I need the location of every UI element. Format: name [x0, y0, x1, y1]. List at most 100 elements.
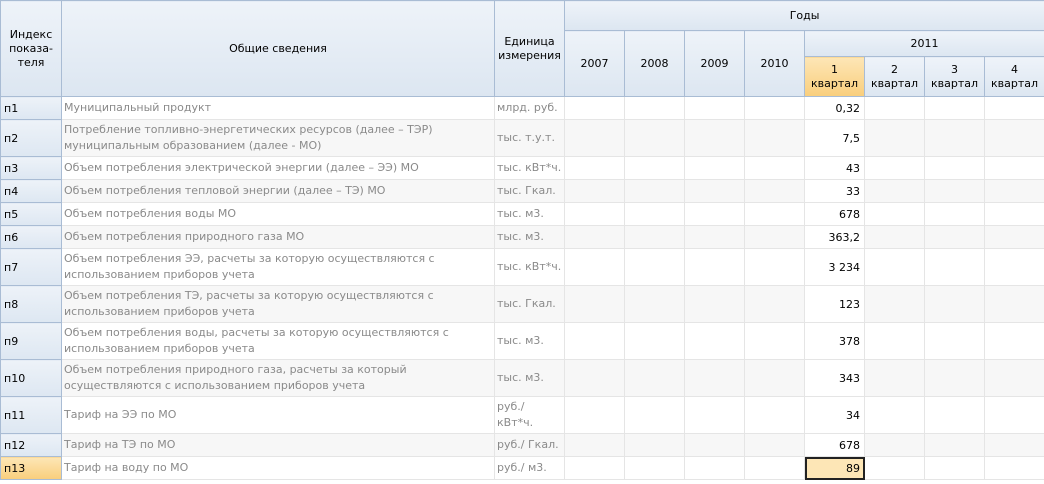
year-value-cell[interactable] — [564, 225, 625, 249]
quarter-value-cell[interactable] — [984, 202, 1044, 226]
year-value-cell[interactable] — [564, 248, 625, 286]
year-value-cell[interactable] — [564, 202, 625, 226]
q1-value-cell[interactable]: 89 — [804, 456, 865, 480]
year-value-cell[interactable] — [624, 359, 685, 397]
quarter-value-cell[interactable] — [924, 179, 985, 203]
year-header-2009[interactable]: 2009 — [684, 30, 745, 97]
year-value-cell[interactable] — [564, 322, 625, 360]
quarter-value-cell[interactable] — [864, 202, 925, 226]
quarter-value-cell[interactable] — [864, 433, 925, 457]
row-index-cell[interactable]: п9 — [0, 322, 62, 360]
year-value-cell[interactable] — [684, 156, 745, 180]
quarter-value-cell[interactable] — [864, 285, 925, 323]
year-value-cell[interactable] — [744, 322, 805, 360]
year-value-cell[interactable] — [624, 433, 685, 457]
year-value-cell[interactable] — [624, 322, 685, 360]
year-value-cell[interactable] — [624, 179, 685, 203]
year-header-2007[interactable]: 2007 — [564, 30, 625, 97]
row-index-cell[interactable]: п8 — [0, 285, 62, 323]
year-value-cell[interactable] — [684, 433, 745, 457]
quarter-value-cell[interactable] — [864, 225, 925, 249]
quarter-value-cell[interactable] — [864, 396, 925, 434]
q1-value-cell[interactable]: 33 — [804, 179, 865, 203]
quarter-value-cell[interactable] — [984, 179, 1044, 203]
year-header-2011[interactable]: 2011 — [803, 30, 1044, 57]
row-description-cell[interactable]: Тариф на ЭЭ по МО — [61, 396, 495, 434]
year-value-cell[interactable] — [624, 96, 685, 120]
year-header-2008[interactable]: 2008 — [624, 30, 685, 97]
year-value-cell[interactable] — [744, 202, 805, 226]
row-unit-cell[interactable]: тыс. т.у.т. — [494, 119, 565, 157]
year-value-cell[interactable] — [624, 456, 685, 480]
row-index-cell[interactable]: п7 — [0, 248, 62, 286]
year-value-cell[interactable] — [744, 285, 805, 323]
year-value-cell[interactable] — [564, 359, 625, 397]
quarter-value-cell[interactable] — [924, 96, 985, 120]
table-row[interactable]: п4 Объем потребления тепловой энергии (да… — [0, 179, 1044, 203]
year-value-cell[interactable] — [624, 396, 685, 434]
quarter-value-cell[interactable] — [864, 119, 925, 157]
quarter-value-cell[interactable] — [984, 359, 1044, 397]
table-row[interactable]: п5 Объем потребления воды МО тыс. м3. 678 — [0, 202, 1044, 226]
row-unit-cell[interactable]: млрд. руб. — [494, 96, 565, 120]
row-unit-cell[interactable]: руб./ Гкал. — [494, 433, 565, 457]
table-row[interactable]: п8 Объем потребления ТЭ, расчеты за котор… — [0, 285, 1044, 323]
row-description-cell[interactable]: Объем потребления ТЭ, расчеты за которую… — [61, 285, 495, 323]
year-value-cell[interactable] — [684, 396, 745, 434]
year-value-cell[interactable] — [684, 456, 745, 480]
q1-value-cell[interactable]: 7,5 — [804, 119, 865, 157]
year-value-cell[interactable] — [684, 96, 745, 120]
q1-value-cell[interactable]: 678 — [804, 433, 865, 457]
year-value-cell[interactable] — [684, 322, 745, 360]
row-unit-cell[interactable]: тыс. Гкал. — [494, 285, 565, 323]
table-row[interactable]: п1 Муниципальный продукт млрд. руб. 0,32 — [0, 96, 1044, 120]
quarter-header-2[interactable]: 2 квартал — [864, 56, 925, 97]
quarter-value-cell[interactable] — [984, 433, 1044, 457]
year-value-cell[interactable] — [624, 225, 685, 249]
year-value-cell[interactable] — [624, 285, 685, 323]
quarter-value-cell[interactable] — [924, 456, 985, 480]
quarter-value-cell[interactable] — [984, 456, 1044, 480]
row-description-cell[interactable]: Объем потребления природного газа, расче… — [61, 359, 495, 397]
quarter-value-cell[interactable] — [984, 96, 1044, 120]
row-description-cell[interactable]: Объем потребления электрической энергии … — [61, 156, 495, 180]
row-description-cell[interactable]: Объем потребления природного газа МО — [61, 225, 495, 249]
row-index-cell[interactable]: п12 — [0, 433, 62, 457]
row-index-cell[interactable]: п1 — [0, 96, 62, 120]
row-description-cell[interactable]: Тариф на ТЭ по МО — [61, 433, 495, 457]
quarter-value-cell[interactable] — [984, 322, 1044, 360]
quarter-value-cell[interactable] — [984, 396, 1044, 434]
quarter-value-cell[interactable] — [864, 248, 925, 286]
row-unit-cell[interactable]: тыс. м3. — [494, 202, 565, 226]
quarter-value-cell[interactable] — [924, 396, 985, 434]
row-index-cell[interactable]: п11 — [0, 396, 62, 434]
year-header-2010[interactable]: 2010 — [744, 30, 805, 97]
table-row[interactable]: п12 Тариф на ТЭ по МО руб./ Гкал. 678 — [0, 433, 1044, 457]
quarter-value-cell[interactable] — [864, 156, 925, 180]
year-value-cell[interactable] — [744, 225, 805, 249]
quarter-value-cell[interactable] — [984, 225, 1044, 249]
year-value-cell[interactable] — [744, 248, 805, 286]
row-description-cell[interactable]: Объем потребления воды МО — [61, 202, 495, 226]
quarter-value-cell[interactable] — [984, 156, 1044, 180]
row-unit-cell[interactable]: тыс. м3. — [494, 322, 565, 360]
table-row[interactable]: п9 Объем потребления воды, расчеты за кот… — [0, 322, 1044, 360]
row-unit-cell[interactable]: тыс. кВт*ч. — [494, 156, 565, 180]
row-index-cell[interactable]: п3 — [0, 156, 62, 180]
year-value-cell[interactable] — [744, 96, 805, 120]
row-description-cell[interactable]: Объем потребления тепловой энергии (дале… — [61, 179, 495, 203]
row-index-cell[interactable]: п2 — [0, 119, 62, 157]
quarter-value-cell[interactable] — [864, 359, 925, 397]
table-row[interactable]: п7 Объем потребления ЭЭ, расчеты за котор… — [0, 248, 1044, 286]
row-unit-cell[interactable]: тыс. м3. — [494, 359, 565, 397]
quarter-value-cell[interactable] — [864, 456, 925, 480]
q1-value-cell[interactable]: 378 — [804, 322, 865, 360]
year-value-cell[interactable] — [684, 225, 745, 249]
index-column-header[interactable]: Индекс показа- теля — [0, 0, 62, 97]
row-unit-cell[interactable]: тыс. кВт*ч. — [494, 248, 565, 286]
year-value-cell[interactable] — [564, 456, 625, 480]
unit-column-header[interactable]: Единица измерения — [494, 0, 565, 97]
row-index-cell[interactable]: п5 — [0, 202, 62, 226]
table-row[interactable]: п10 Объем потребления природного газа, ра… — [0, 359, 1044, 397]
q1-value-cell[interactable]: 678 — [804, 202, 865, 226]
